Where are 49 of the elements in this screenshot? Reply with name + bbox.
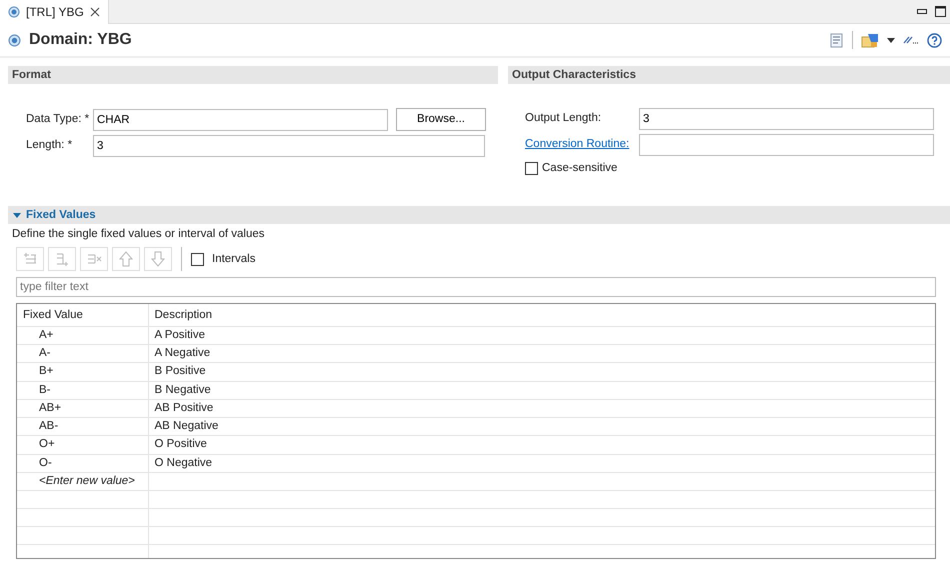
editor-title: Domain: YBG — [29, 30, 132, 50]
column-header[interactable]: Description — [148, 304, 935, 326]
table-cell: AB- — [17, 418, 148, 436]
table-cell: B+ — [17, 362, 148, 381]
table-cell: B Positive — [148, 362, 935, 381]
section-header[interactable]: Fixed Values — [8, 206, 950, 224]
table-cell: A+ — [17, 326, 148, 344]
checkbox-label[interactable]: Case-sensitive — [542, 160, 618, 178]
browse-button[interactable]: Browse... — [396, 108, 486, 131]
caret-icon[interactable] — [887, 38, 895, 42]
close-icon[interactable] — [90, 7, 100, 17]
data-type-field[interactable]: CHAR — [93, 108, 388, 130]
domain-icon — [8, 6, 20, 18]
checkbox-label[interactable]: Intervals — [212, 250, 256, 268]
section-header: Output Characteristics — [508, 66, 950, 84]
help-icon[interactable] — [927, 32, 942, 48]
table-cell: A Positive — [148, 326, 935, 344]
table-cell: O Negative — [148, 454, 935, 472]
length-field[interactable]: 3 — [93, 135, 485, 157]
editor-tab[interactable]: [TRL] YBG — [0, 0, 109, 24]
folder-icon[interactable] — [861, 32, 879, 48]
table-cell: AB+ — [17, 399, 148, 418]
conversion-routine-field[interactable] — [639, 134, 934, 156]
table-cell: O Positive — [148, 436, 935, 454]
table-cell: O- — [17, 454, 148, 472]
output-length-field[interactable]: 3 — [639, 108, 934, 130]
section-header: Format — [8, 66, 498, 84]
table-cell: <Enter new value> — [17, 472, 148, 490]
table-cell: AB Positive — [148, 399, 935, 418]
table-cell: B- — [17, 381, 148, 400]
checkbox[interactable] — [525, 162, 538, 176]
table-cell: AB Negative — [148, 418, 935, 436]
document-icon[interactable] — [830, 32, 844, 48]
column-header[interactable]: Fixed Value — [17, 304, 148, 326]
field-label: Length: * — [26, 138, 74, 154]
table-cell: B Negative — [148, 381, 935, 400]
maximize-icon[interactable] — [935, 6, 946, 17]
checkbox[interactable] — [191, 252, 204, 266]
minimize-icon[interactable] — [917, 8, 927, 14]
filter-field[interactable]: type filter text — [16, 277, 936, 298]
field-label: Data Type: * — [26, 112, 89, 127]
table-cell: A- — [17, 344, 148, 363]
table-cell: A Negative — [148, 344, 935, 363]
table-cell: O+ — [17, 436, 148, 454]
expand-icon[interactable] — [12, 211, 22, 219]
field-label: Output Length: — [525, 111, 602, 126]
conversion-routine-link[interactable]: Conversion Routine: — [525, 136, 635, 154]
domain-icon — [8, 34, 21, 46]
section-description: Define the single fixed values or interval of values — [11, 227, 266, 242]
